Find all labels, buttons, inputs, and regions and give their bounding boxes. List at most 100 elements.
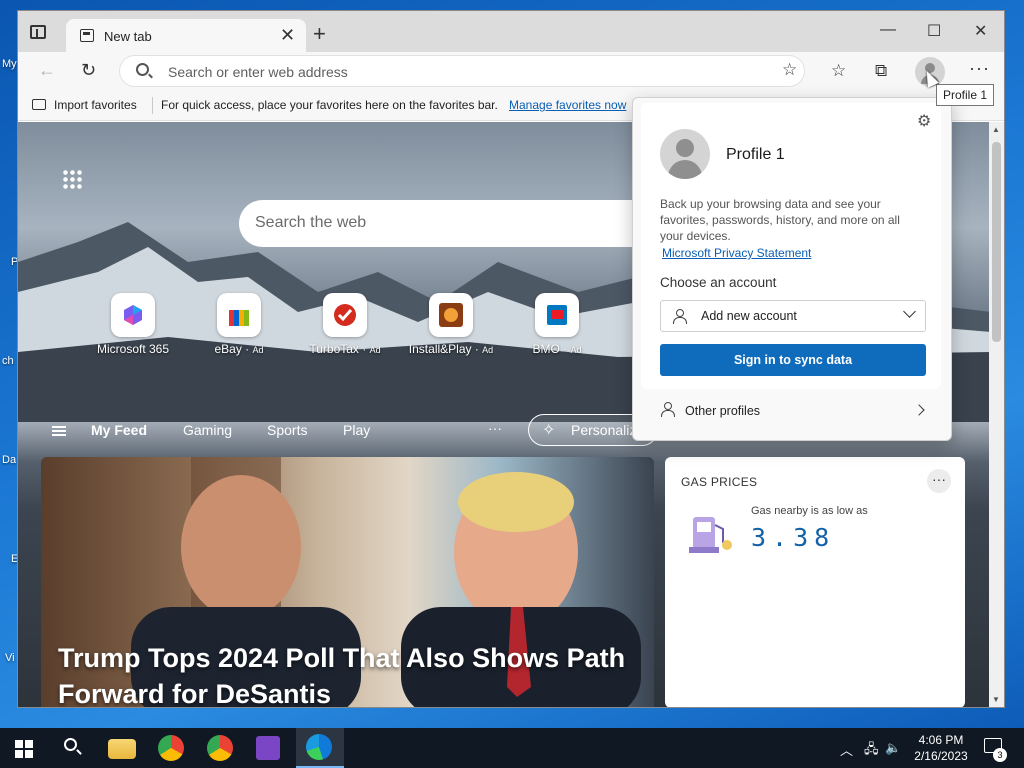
new-tab-page-icon [80, 29, 94, 42]
close-tab-icon[interactable]: ✕ [280, 25, 295, 45]
back-icon[interactable]: ← [38, 60, 56, 81]
quick-link-microsoft-365[interactable]: Microsoft 365 [83, 293, 183, 356]
visual-studio-icon[interactable] [256, 736, 280, 760]
chevron-right-icon [913, 404, 925, 416]
ad-badge: Ad [369, 345, 381, 355]
quick-link-turbotax[interactable]: TurboTax · Ad [295, 293, 395, 356]
sign-in-sync-button[interactable]: Sign in to sync data [660, 344, 926, 376]
notification-count-badge: 3 [993, 748, 1007, 762]
desktop-icon-label[interactable]: Vi [5, 652, 15, 664]
tab-title: New tab [104, 29, 152, 44]
tile-label: TurboTax [309, 342, 359, 356]
taskbar-search-icon[interactable] [64, 738, 77, 751]
tab-actions-icon[interactable] [30, 25, 46, 39]
scroll-up-icon[interactable]: ▲ [992, 125, 1000, 134]
more-feed-icon[interactable]: ··· [488, 420, 502, 436]
tile-label: eBay [214, 342, 242, 356]
feed-tab-my-feed[interactable]: My Feed [91, 422, 147, 438]
clock-time: 4:06 PM [918, 733, 964, 747]
avatar [660, 129, 710, 179]
gas-pump-icon [689, 517, 732, 553]
choose-account-label: Choose an account [660, 275, 777, 290]
microsoft-365-icon [111, 293, 155, 337]
feed-tab-sports[interactable]: Sports [267, 422, 307, 438]
install-play-icon [429, 293, 473, 337]
scrollbar[interactable]: ▲ ▼ [989, 122, 1004, 707]
settings-more-icon[interactable]: ··· [969, 58, 990, 79]
edge-taskbar-button[interactable] [296, 728, 344, 768]
web-search-placeholder: Search the web [255, 214, 367, 231]
app-launcher-icon[interactable] [62, 169, 82, 189]
gas-subtitle: Gas nearby is as low as [751, 505, 868, 517]
manage-favorites-link[interactable]: Manage favorites now [509, 98, 626, 112]
import-favorites-button[interactable]: Import favorites [32, 98, 137, 112]
quick-link-install-play[interactable]: Install&Play · Ad [401, 293, 501, 356]
quick-link-bmo[interactable]: BMO · Ad [507, 293, 607, 356]
ad-badge: Ad [570, 345, 582, 355]
windows-logo-icon [15, 740, 23, 748]
menu-icon[interactable] [52, 426, 66, 436]
scroll-thumb[interactable] [992, 142, 1001, 342]
add-favorite-icon[interactable]: ☆ [782, 60, 797, 80]
maximize-button[interactable]: ☐ [927, 21, 941, 41]
desktop-icon-label[interactable]: My [2, 58, 17, 70]
clock[interactable]: 4:06 PM 2/16/2023 [906, 732, 976, 764]
people-icon [661, 402, 677, 417]
address-bar[interactable]: ☆ [119, 55, 805, 87]
feed-tab-gaming[interactable]: Gaming [183, 422, 232, 438]
other-profiles-label: Other profiles [685, 404, 761, 418]
edge-icon [306, 734, 332, 760]
favorites-icon[interactable]: ☆ [831, 61, 846, 81]
tile-label: Microsoft 365 [96, 342, 170, 356]
close-window-button[interactable]: ✕ [974, 21, 987, 41]
desktop-icon-label[interactable]: Da [2, 454, 16, 466]
start-button[interactable] [15, 740, 33, 758]
gas-card-more-button[interactable]: ··· [927, 469, 951, 493]
favorites-hint: For quick access, place your favorites h… [161, 98, 498, 112]
account-dropdown-value: Add new account [701, 309, 797, 323]
windows-logo-icon [25, 750, 33, 758]
ad-badge: Ad [252, 345, 264, 355]
chrome-profile-icon[interactable] [207, 735, 233, 761]
tile-label: BMO [532, 342, 560, 356]
privacy-statement-link[interactable]: Microsoft Privacy Statement [662, 246, 811, 260]
web-search-box[interactable]: Search the web [239, 200, 659, 247]
news-card[interactable]: Trump Tops 2024 Poll That Also Shows Pat… [41, 457, 654, 707]
new-tab-button[interactable]: + [313, 23, 326, 45]
ebay-icon [217, 293, 261, 337]
gas-prices-card[interactable]: GAS PRICES ··· Gas nearby is as low as 3… [665, 457, 965, 707]
taskbar: ︿ 🖧 🔈 4:06 PM 2/16/2023 3 [0, 728, 1024, 768]
chevron-down-icon [903, 305, 916, 318]
minimize-button[interactable]: — [880, 21, 896, 39]
gas-price: 3.38 [751, 523, 836, 552]
toolbar: ← ↻ ☆ ☆ ⧉ ··· [18, 52, 1004, 90]
show-hidden-icons[interactable]: ︿ [840, 740, 853, 759]
search-icon [136, 63, 149, 76]
other-profiles-button[interactable]: Other profiles [633, 394, 951, 428]
profile-flyout: ⚙ Profile 1 Back up your browsing data a… [632, 97, 952, 441]
desktop-icon-label[interactable]: ch [2, 355, 14, 367]
import-icon [32, 99, 46, 110]
scroll-down-icon[interactable]: ▼ [992, 695, 1000, 704]
news-headline[interactable]: Trump Tops 2024 Poll That Also Shows Pat… [58, 640, 638, 707]
gear-icon[interactable]: ⚙ [917, 111, 931, 131]
windows-logo-icon [15, 750, 23, 758]
collections-icon[interactable]: ⧉ [875, 61, 887, 81]
feed-tab-play[interactable]: Play [343, 422, 370, 438]
account-dropdown[interactable]: Add new account [660, 300, 926, 332]
address-input[interactable] [168, 62, 728, 82]
file-explorer-icon[interactable] [108, 739, 136, 759]
tab-strip: New tab ✕ + — ☐ ✕ [18, 11, 1004, 52]
refresh-icon[interactable]: ↻ [81, 60, 96, 81]
network-icon[interactable]: 🖧 [864, 740, 879, 762]
windows-logo-icon [25, 740, 33, 748]
turbotax-icon [323, 293, 367, 337]
volume-icon[interactable]: 🔈 [885, 740, 901, 756]
tab-new-tab[interactable]: New tab ✕ [66, 19, 306, 52]
bmo-icon [535, 293, 579, 337]
divider [152, 97, 153, 114]
quick-link-ebay[interactable]: eBay · Ad [189, 293, 289, 356]
profile-name: Profile 1 [726, 146, 785, 163]
chrome-icon[interactable] [158, 735, 184, 761]
ad-badge: Ad [482, 345, 494, 355]
